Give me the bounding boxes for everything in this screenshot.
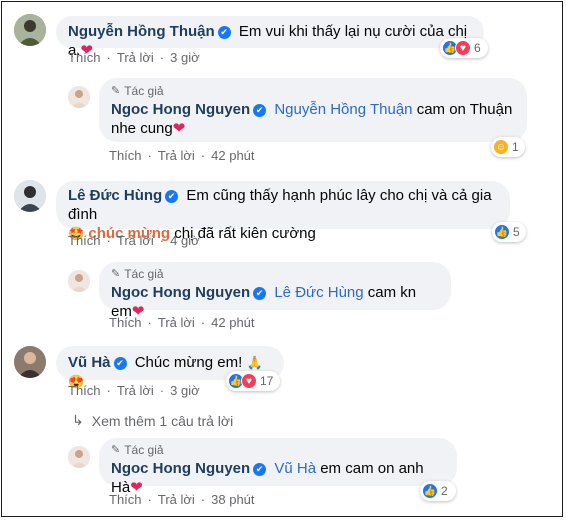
like-reaction-icon: 👍 [494, 224, 510, 240]
care-reaction-icon: ☺ [493, 139, 509, 155]
avatar-photo-icon [14, 14, 46, 46]
mention-link[interactable]: Vũ Hà [274, 460, 316, 477]
reactions-summary[interactable]: 👍 ♥ 17 [226, 371, 280, 391]
like-button[interactable]: Thích [109, 148, 142, 163]
author-badge: ✎ Tác giả [111, 267, 439, 281]
separator: · [159, 383, 165, 398]
reactions-summary[interactable]: 👍 2 [420, 481, 456, 501]
like-button[interactable]: Thích [109, 315, 142, 330]
comment-actions: Thích · Trả lời · 3 giờ [68, 383, 200, 398]
reply-button[interactable]: Trả lời [158, 315, 195, 330]
separator: · [106, 383, 111, 398]
author-badge-label: Tác giả [124, 443, 164, 457]
author-badge: ✎ Tác giả [111, 84, 515, 98]
like-button[interactable]: Thích [68, 50, 101, 65]
avatar[interactable] [14, 180, 46, 212]
avatar-photo-icon [68, 446, 90, 468]
comment-actions: Thích · Trả lời · 38 phút [109, 492, 255, 507]
love-reaction-icon: ♥ [241, 373, 257, 389]
verified-badge-icon: ✔ [113, 357, 127, 370]
comment-author[interactable]: Ngoc Hong Nguyen [111, 460, 250, 477]
reply-arrow-icon: ↳ [72, 412, 84, 428]
avatar[interactable] [68, 86, 90, 108]
reaction-count: 17 [260, 374, 274, 388]
reply-button[interactable]: Trả lời [117, 233, 154, 248]
reply-button[interactable]: Trả lời [158, 492, 195, 507]
comment-actions: Thích · Trả lời · 42 phút [109, 315, 255, 330]
heart-emoji-icon: ❤ [172, 120, 186, 137]
like-reaction-icon: 👍 [422, 483, 438, 499]
comment-author[interactable]: Nguyễn Hồng Thuận [68, 23, 215, 40]
avatar-photo-icon [14, 346, 46, 378]
reactions-summary[interactable]: 👍 ♥ 6 [440, 38, 488, 58]
view-more-replies-label: Xem thêm 1 câu trả lời [91, 412, 234, 429]
verified-badge-icon: ✔ [253, 287, 267, 300]
avatar[interactable] [68, 270, 90, 292]
reply-bubble: ✎ Tác giả Ngoc Hong Nguyen ✔ Nguyễn Hồng T… [99, 78, 527, 142]
author-badge: ✎ Tác giả [111, 443, 445, 457]
separator: · [147, 315, 152, 330]
comment-author[interactable]: Vũ Hà [68, 354, 111, 371]
separator: · [200, 492, 206, 507]
comment-time[interactable]: 42 phút [211, 148, 254, 163]
reaction-count: 2 [441, 484, 448, 498]
reactions-summary[interactable]: ☺ 1 [491, 137, 525, 157]
separator: · [159, 50, 165, 65]
avatar[interactable] [14, 346, 46, 378]
view-more-replies-link[interactable]: ↳ Xem thêm 1 câu trả lời [72, 412, 233, 429]
reply-bubble: ✎ Tác giả Ngoc Hong Nguyen ✔ Vũ Hà em cam … [99, 438, 457, 496]
avatar-photo-icon [68, 86, 90, 108]
comment-time[interactable]: 3 giờ [170, 383, 200, 398]
avatar[interactable] [68, 446, 90, 468]
comment-time[interactable]: 4 giờ [170, 233, 200, 248]
separator: · [159, 233, 165, 248]
comment-bubble: Nguyễn Hồng Thuận ✔ Em vui khi thấy lại n… [56, 16, 484, 59]
reaction-count: 5 [513, 225, 520, 239]
separator: · [106, 50, 111, 65]
reply-button[interactable]: Trả lời [117, 50, 154, 65]
pray-emoji-icon: 🙏 [246, 355, 263, 370]
verified-badge-icon: ✔ [217, 26, 231, 39]
separator: · [200, 315, 206, 330]
verified-badge-icon: ✔ [253, 104, 267, 117]
comment-time[interactable]: 38 phút [211, 492, 254, 507]
comment-author[interactable]: Lê Đức Hùng [68, 187, 162, 204]
comment-author[interactable]: Ngoc Hong Nguyen [111, 101, 250, 118]
separator: · [147, 492, 152, 507]
comment-actions: Thích · Trả lời · 42 phút [109, 148, 255, 163]
avatar-photo-icon [14, 180, 46, 212]
reply-button[interactable]: Trả lời [158, 148, 195, 163]
mention-link[interactable]: Lê Đức Hùng [274, 284, 363, 301]
pen-icon: ✎ [111, 85, 121, 97]
pen-icon: ✎ [111, 444, 121, 456]
comment-actions: Thích · Trả lời · 4 giờ [68, 233, 200, 248]
separator: · [147, 148, 152, 163]
comment-actions: Thích · Trả lời · 3 giờ [68, 50, 200, 65]
pen-icon: ✎ [111, 268, 121, 280]
comment-time[interactable]: 3 giờ [170, 50, 200, 65]
comment-bubble: Lê Đức Hùng ✔ Em cũng thấy hạnh phúc lây … [56, 181, 510, 242]
love-reaction-icon: ♥ [455, 40, 471, 56]
author-badge-label: Tác giả [124, 84, 164, 98]
avatar-photo-icon [68, 270, 90, 292]
reaction-count: 1 [512, 140, 519, 154]
like-button[interactable]: Thích [68, 233, 101, 248]
reactions-summary[interactable]: 👍 5 [492, 222, 526, 242]
reply-bubble: ✎ Tác giả Ngoc Hong Nguyen ✔ Lê Đức Hùng c… [99, 262, 451, 320]
like-button[interactable]: Thích [68, 383, 101, 398]
separator: · [200, 148, 206, 163]
comment-author[interactable]: Ngoc Hong Nguyen [111, 284, 250, 301]
comment-text: Chúc mừng em! [134, 354, 243, 371]
reaction-count: 6 [474, 41, 481, 55]
separator: · [106, 233, 111, 248]
avatar[interactable] [14, 14, 46, 46]
author-badge-label: Tác giả [124, 267, 164, 281]
verified-badge-icon: ✔ [165, 190, 179, 203]
like-button[interactable]: Thích [109, 492, 142, 507]
verified-badge-icon: ✔ [253, 463, 267, 476]
comment-time[interactable]: 42 phút [211, 315, 254, 330]
reply-button[interactable]: Trả lời [117, 383, 154, 398]
mention-link[interactable]: Nguyễn Hồng Thuận [274, 101, 412, 118]
